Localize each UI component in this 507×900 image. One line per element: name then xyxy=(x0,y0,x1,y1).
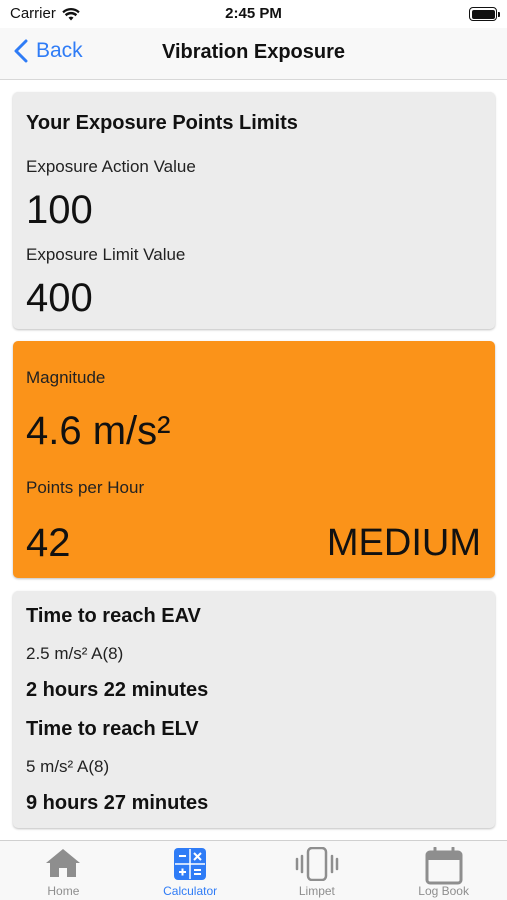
navigation-bar: Back Vibration Exposure xyxy=(0,28,507,80)
eav-time-heading: Time to reach EAV xyxy=(26,605,201,627)
exposure-level-badge: MEDIUM xyxy=(326,522,481,564)
exposure-limits-card: Your Exposure Points Limits Exposure Act… xyxy=(13,92,495,329)
magnitude-card: Magnitude 4.6 m/s² Points per Hour 42 ME… xyxy=(13,341,495,578)
points-per-hour-value: 42 xyxy=(26,521,71,565)
tab-bar: Home Calculator Limpet Log Book xyxy=(0,840,507,900)
battery-icon xyxy=(469,7,500,21)
page-title: Vibration Exposure xyxy=(161,41,345,63)
elv-time-value: 9 hours 27 minutes xyxy=(26,792,209,814)
eav-time-value: 2 hours 22 minutes xyxy=(26,679,209,701)
elv-time-heading: Time to reach ELV xyxy=(26,718,199,740)
limits-heading: Your Exposure Points Limits xyxy=(26,112,298,134)
tab-home[interactable]: Home xyxy=(0,841,127,900)
status-bar: Carrier 2:45 PM xyxy=(0,0,507,28)
elv-value: 400 xyxy=(26,276,93,320)
calculator-icon xyxy=(174,848,207,880)
magnitude-label: Magnitude xyxy=(26,368,106,387)
tab-limpet[interactable]: Limpet xyxy=(254,841,381,900)
status-time: 2:45 PM xyxy=(225,5,282,22)
eav-label: Exposure Action Value xyxy=(26,157,196,176)
calendar-icon xyxy=(425,847,463,885)
tab-calculator[interactable]: Calculator xyxy=(127,841,254,900)
home-icon xyxy=(46,849,81,877)
eav-threshold: 2.5 m/s² A(8) xyxy=(26,644,124,663)
content-area: Your Exposure Points Limits Exposure Act… xyxy=(0,80,507,840)
vibrating-phone-icon xyxy=(295,847,339,881)
tab-home-label: Home xyxy=(47,884,80,898)
tab-log-book[interactable]: Log Book xyxy=(380,841,507,900)
magnitude-value: 4.6 m/s² xyxy=(26,409,171,453)
tab-log-book-label: Log Book xyxy=(418,884,469,898)
elv-threshold: 5 m/s² A(8) xyxy=(26,757,110,776)
tab-limpet-label: Limpet xyxy=(298,884,335,898)
time-to-reach-card: Time to reach EAV 2.5 m/s² A(8) 2 hours … xyxy=(13,591,495,828)
points-per-hour-label: Points per Hour xyxy=(26,478,145,497)
elv-label: Exposure Limit Value xyxy=(26,245,186,264)
tab-calculator-label: Calculator xyxy=(163,884,218,898)
eav-value: 100 xyxy=(26,188,93,232)
